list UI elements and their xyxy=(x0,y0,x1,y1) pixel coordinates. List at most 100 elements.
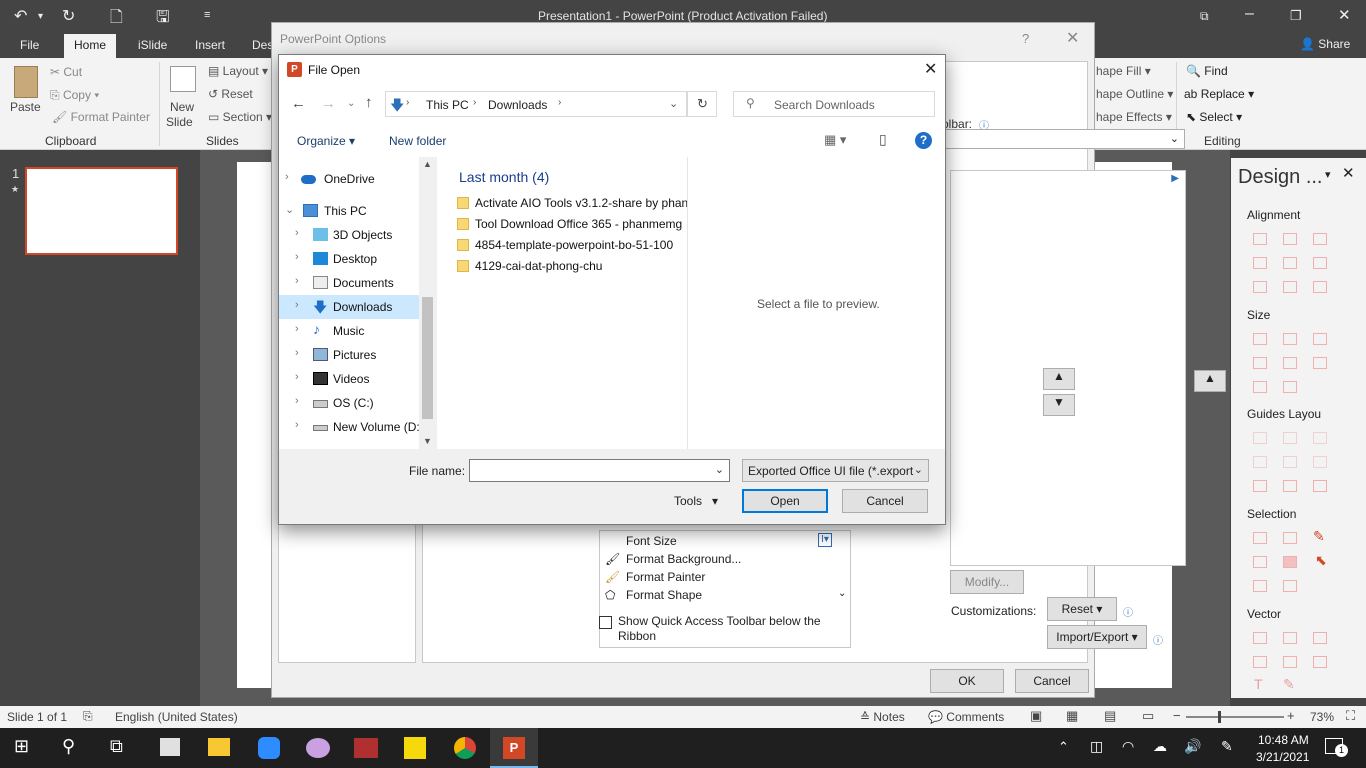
close-options-icon[interactable]: ✕ xyxy=(1066,28,1079,48)
paste-icon[interactable] xyxy=(14,66,38,98)
nav-item-this-pc[interactable]: ⌄ This PC xyxy=(279,199,419,223)
nav-scrollbar[interactable]: ▲ ▼ xyxy=(419,157,436,449)
file-item[interactable]: 4854-template-powerpoint-bo-51-100 xyxy=(457,235,687,256)
up-icon[interactable]: ↑ xyxy=(365,94,373,111)
size-match-height-icon[interactable] xyxy=(1283,357,1297,369)
nav-item-new-volume-d[interactable]: › New Volume (D: xyxy=(279,415,420,439)
guide-left-icon[interactable] xyxy=(1253,432,1267,444)
undo-icon[interactable]: ↶ xyxy=(14,6,27,26)
clock-date[interactable]: 3/21/2021 xyxy=(1256,750,1309,764)
align-middle-icon[interactable] xyxy=(1283,257,1297,269)
align-left-icon[interactable] xyxy=(1253,233,1267,245)
forward-icon[interactable]: → xyxy=(321,95,336,112)
command-item[interactable]: Format Background... xyxy=(626,552,741,566)
guide-center-icon[interactable] xyxy=(1283,432,1297,444)
show-qat-below-label-2[interactable]: Ribbon xyxy=(618,629,656,643)
select-similar-icon[interactable] xyxy=(1283,532,1297,544)
tab-file[interactable]: File xyxy=(20,38,39,52)
new-file-icon[interactable]: 🗋 xyxy=(110,6,123,33)
language[interactable]: English (United States) xyxy=(115,710,238,724)
import-export-dropdown[interactable]: Import/Export ▾ xyxy=(1047,625,1147,649)
zoom-app-icon[interactable] xyxy=(258,737,280,759)
vector-subtract-icon[interactable] xyxy=(1283,656,1297,668)
select-arrow-icon[interactable]: ⬉ xyxy=(1315,552,1327,569)
copy-button[interactable]: ⎘ Copy ▾ xyxy=(50,88,99,103)
close-app-icon[interactable]: ✕ xyxy=(1338,6,1351,24)
reset-dropdown[interactable]: Reset ▾ xyxy=(1047,597,1117,621)
modify-button[interactable]: Modify... xyxy=(950,570,1024,594)
zoom-in-icon[interactable]: + xyxy=(1287,708,1295,723)
recent-locations-icon[interactable]: ⌄ xyxy=(347,98,355,109)
sticky-notes-icon[interactable] xyxy=(404,737,426,759)
breadcrumb-this-pc[interactable]: This PC xyxy=(426,98,469,112)
archive-app-icon[interactable] xyxy=(354,738,378,758)
move-down-button[interactable]: ▼ xyxy=(1043,394,1075,416)
pane-options-icon[interactable]: ▾ xyxy=(1325,168,1331,181)
align-grid-icon[interactable] xyxy=(1313,281,1327,293)
nav-item-desktop[interactable]: › Desktop xyxy=(279,247,419,271)
back-icon[interactable]: ← xyxy=(291,95,306,112)
vector-combine-icon[interactable] xyxy=(1283,632,1297,644)
size-swap-icon[interactable] xyxy=(1313,357,1327,369)
nav-item-downloads[interactable]: › 🡇 Downloads xyxy=(279,295,419,319)
search-box[interactable]: ⚲ Search Downloads xyxy=(733,91,935,117)
new-slide-label[interactable]: New xyxy=(170,100,194,114)
distribute-vertical-icon[interactable] xyxy=(1283,281,1297,293)
help-icon[interactable]: ? xyxy=(1022,31,1029,46)
align-center-icon[interactable] xyxy=(1283,233,1297,245)
cancel-button[interactable]: Cancel xyxy=(842,489,928,513)
new-slide-icon[interactable] xyxy=(170,66,196,92)
size-both-icon[interactable] xyxy=(1313,333,1327,345)
nav-item-music[interactable]: › ♪ Music xyxy=(279,319,419,343)
layout-rows-icon[interactable] xyxy=(1283,480,1297,492)
scroll-down-icon[interactable]: ⌄ xyxy=(838,588,846,599)
scrollbar-thumb[interactable] xyxy=(422,297,433,419)
vector-shape-icon[interactable] xyxy=(1313,656,1327,668)
notifications-icon[interactable]: 1 xyxy=(1325,738,1348,757)
cancel-button[interactable]: Cancel xyxy=(1015,669,1089,693)
nav-item-pictures[interactable]: › Pictures xyxy=(279,343,419,367)
size-height-icon[interactable] xyxy=(1283,333,1297,345)
select-fill-icon[interactable] xyxy=(1283,556,1297,568)
align-right-icon[interactable] xyxy=(1313,233,1327,245)
ribbon-display-icon[interactable]: ⧉ xyxy=(1200,9,1209,24)
select-button[interactable]: ⬉ Select ▾ xyxy=(1186,110,1242,124)
file-item[interactable]: Activate AIO Tools v3.1.2-share by phan xyxy=(457,193,687,214)
guide-top-icon[interactable] xyxy=(1253,456,1267,468)
distribute-horizontal-icon[interactable] xyxy=(1253,281,1267,293)
preview-pane-icon[interactable]: ▯ xyxy=(879,131,887,148)
select-paste-icon[interactable] xyxy=(1283,580,1297,592)
zoom-slider[interactable] xyxy=(1186,716,1284,718)
minimize-icon[interactable]: – xyxy=(1245,5,1254,23)
view-options-icon[interactable]: ▦ ▾ xyxy=(824,132,846,148)
chevron-up-icon[interactable]: ⌃ xyxy=(1058,739,1069,755)
undo-dropdown-icon[interactable]: ▾ xyxy=(38,11,43,22)
customize-qat-icon[interactable]: ≡ xyxy=(204,9,210,21)
shape-fill-button[interactable]: hape Fill ▾ xyxy=(1096,64,1151,78)
chevron-down-icon[interactable]: ⌄ xyxy=(669,97,678,110)
file-item[interactable]: Tool Download Office 365 - phanmemg xyxy=(457,214,687,235)
layout-button[interactable]: ▤ Layout ▾ xyxy=(208,64,268,78)
refresh-button[interactable]: ↻ xyxy=(687,91,717,117)
nav-item-3d-objects[interactable]: › 3D Objects xyxy=(279,223,419,247)
tab-islide[interactable]: iSlide xyxy=(138,38,167,52)
ok-button[interactable]: OK xyxy=(930,669,1004,693)
size-fit-icon[interactable] xyxy=(1283,381,1297,393)
toolbar-select[interactable]: ⌄ xyxy=(943,129,1185,149)
cut-button[interactable]: ✂ Cut xyxy=(50,65,82,79)
organize-button[interactable]: Organize ▾ xyxy=(297,134,355,148)
shape-effects-button[interactable]: hape Effects ▾ xyxy=(1096,110,1172,124)
slideshow-icon[interactable]: ▭ xyxy=(1142,708,1154,724)
meet-now-icon[interactable]: ◫ xyxy=(1090,738,1103,755)
scroll-down-icon[interactable]: ▼ xyxy=(423,436,432,446)
chevron-down-icon[interactable]: ⌄ xyxy=(715,463,724,476)
tab-home[interactable]: Home xyxy=(64,34,117,58)
notes-button[interactable]: ≙ Notes xyxy=(860,710,905,724)
search-icon[interactable]: ⚲ xyxy=(62,736,75,757)
help-icon[interactable]: ? xyxy=(915,132,932,149)
pen-icon[interactable]: ✎ xyxy=(1221,738,1233,755)
address-bar[interactable]: 🡇 › This PC › Downloads › ⌄ xyxy=(385,91,687,117)
align-bottom-icon[interactable] xyxy=(1313,257,1327,269)
file-type-select[interactable]: Exported Office UI file (*.export ⌄ xyxy=(742,459,929,482)
nav-item-onedrive[interactable]: › OneDrive xyxy=(279,167,419,191)
